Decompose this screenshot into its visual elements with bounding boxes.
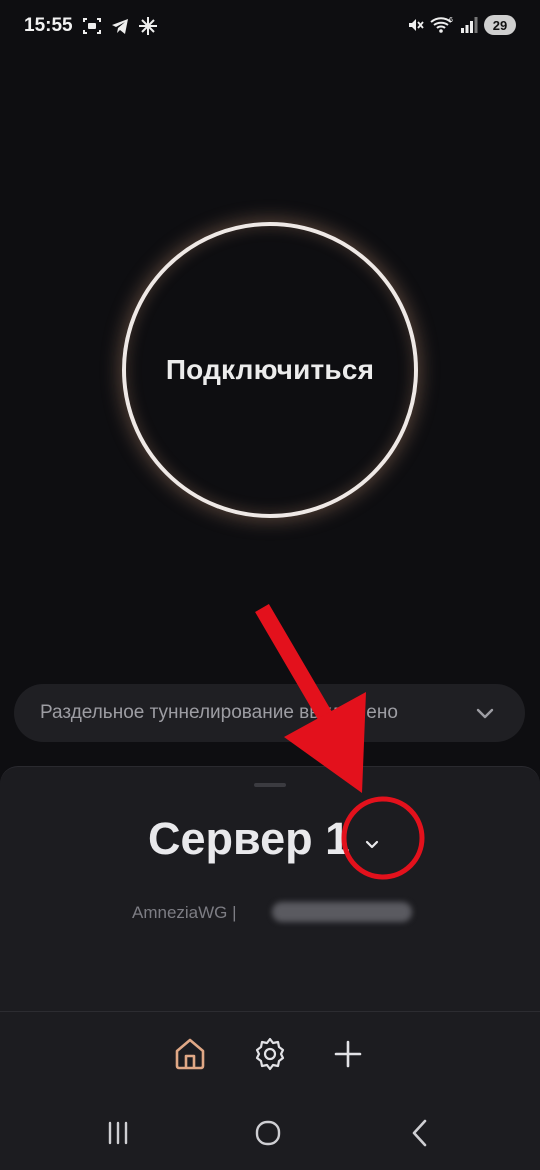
recents-icon [108, 1121, 128, 1145]
tab-home[interactable] [170, 1034, 210, 1074]
back-icon [412, 1119, 427, 1147]
split-tunneling-toggle[interactable]: Раздельное туннелирование выключено [14, 684, 525, 742]
status-time: 15:55 [24, 15, 73, 36]
tab-settings[interactable] [250, 1034, 290, 1074]
server-chevron-down-icon[interactable] [359, 832, 385, 858]
server-protocol: AmneziaWG | [132, 903, 237, 922]
split-tunneling-label: Раздельное туннелирование выключено [40, 702, 398, 723]
app-screen: 15:55 6 29 Подключиться Раздельное тунне… [0, 0, 540, 1170]
mute-icon [409, 19, 424, 31]
home-circle-icon [255, 1120, 281, 1146]
tab-bar [0, 1014, 540, 1094]
nav-recents-button[interactable] [98, 1116, 138, 1150]
network-badge: 6 [449, 17, 453, 24]
server-selector[interactable]: Сервер 1 [0, 807, 540, 877]
server-address-redacted [272, 902, 412, 922]
sparkle-icon [139, 17, 157, 35]
home-icon [175, 1038, 205, 1070]
telegram-icon [112, 19, 128, 34]
nav-home-button[interactable] [248, 1116, 288, 1150]
battery-indicator: 29 [484, 15, 516, 35]
server-name: Сервер 1 [148, 813, 351, 864]
screenshot-icon [83, 18, 101, 34]
connect-label: Подключиться [165, 354, 375, 385]
signal-icon [461, 17, 478, 33]
sheet-drag-handle[interactable] [254, 783, 286, 787]
wifi-icon: 6 [430, 17, 453, 33]
nav-back-button[interactable] [400, 1116, 440, 1150]
notification-icons [82, 16, 158, 36]
connect-button[interactable]: Подключиться [122, 222, 418, 518]
sheet-divider [0, 1011, 540, 1012]
status-bar: 15:55 6 29 [0, 0, 540, 56]
gear-icon [255, 1037, 285, 1071]
system-icons: 6 29 [406, 15, 516, 35]
system-navigation-bar [0, 1094, 540, 1170]
chevron-down-icon [476, 708, 494, 719]
plus-icon [334, 1040, 362, 1068]
tab-add[interactable] [328, 1034, 368, 1074]
